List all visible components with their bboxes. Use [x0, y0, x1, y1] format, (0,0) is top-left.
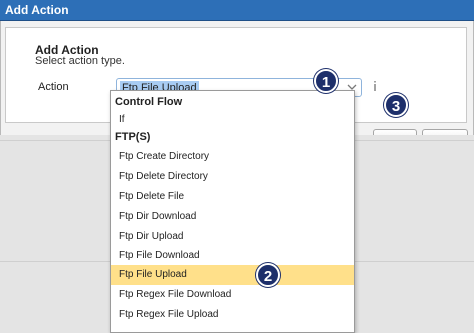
dropdown-option-ftp-file-download[interactable]: Ftp File Download — [111, 246, 354, 266]
dialog-title: Add Action — [5, 3, 69, 17]
dropdown-option-ftp-regex-file-upload[interactable]: Ftp Regex File Upload — [111, 305, 354, 325]
dropdown-option-ftp-regex-file-download[interactable]: Ftp Regex File Download — [111, 285, 354, 305]
info-icon[interactable] — [370, 80, 380, 92]
dropdown-option-ftp-dir-download[interactable]: Ftp Dir Download — [111, 207, 354, 227]
callout-badge-3: 3 — [384, 93, 408, 117]
dropdown-option-ftp-create-directory[interactable]: Ftp Create Directory — [111, 147, 354, 167]
dropdown-option-ftp-delete-directory[interactable]: Ftp Delete Directory — [111, 167, 354, 187]
callout-badge-2: 2 — [256, 263, 280, 287]
callout-badge-1: 1 — [314, 69, 338, 93]
group-label-control-flow: Control Flow — [115, 96, 183, 108]
action-label: Action — [38, 81, 69, 93]
panel-subtitle: Select action type. — [35, 55, 125, 67]
dropdown-option-ftp-dir-upload[interactable]: Ftp Dir Upload — [111, 227, 354, 247]
group-label-ftps: FTP(S) — [115, 131, 151, 143]
dialog-titlebar: Add Action — [0, 0, 474, 21]
dropdown-option-ftp-file-upload[interactable]: Ftp File Upload — [111, 265, 354, 285]
dropdown-option-ftp-delete-file[interactable]: Ftp Delete File — [111, 187, 354, 207]
action-dropdown-list[interactable]: Control Flow If FTP(S) Ftp Create Direct… — [110, 90, 355, 333]
